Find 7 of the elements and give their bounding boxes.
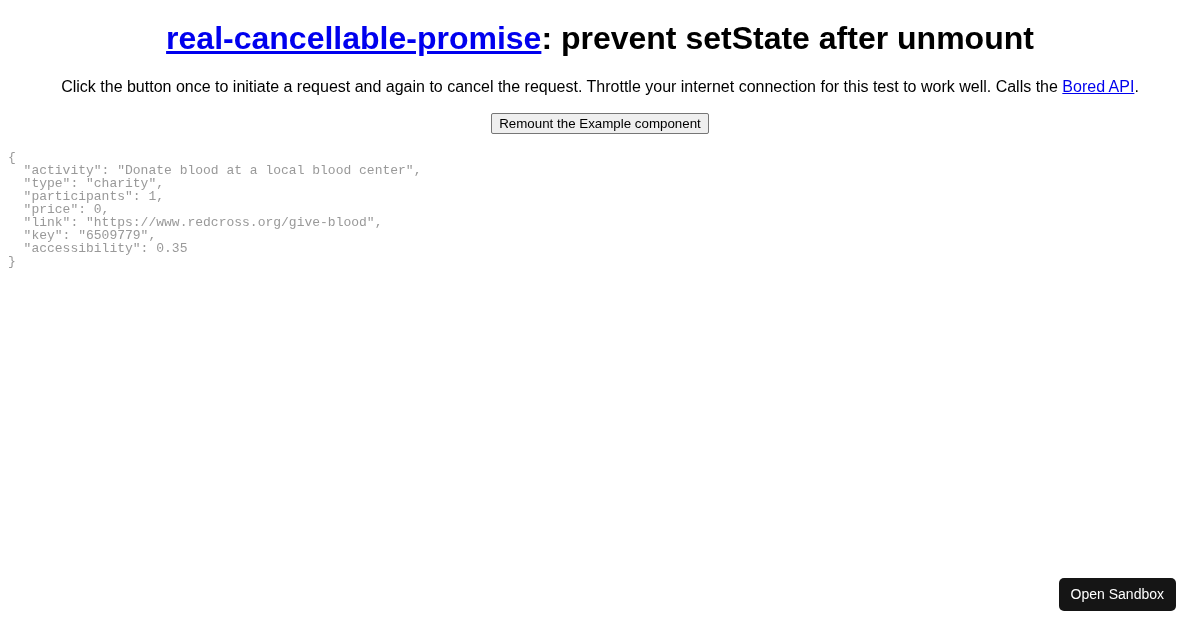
- description-text: Click the button once to initiate a request and again to cancel the request. Throttle your internet connection for this test to work well. Calls the Bored API.: [60, 78, 1140, 96]
- open-sandbox-button[interactable]: Open Sandbox: [1058, 578, 1176, 611]
- heading-link[interactable]: real-cancellable-promise: [166, 20, 542, 56]
- json-output: { "activity": "Donate blood at a local blood center", "type": "charity", "participants": 1, "price": 0, "link": "https://www.redcross.org/give-blood", "key": "6509779", "accessibility": 0.35 }: [8, 151, 423, 268]
- page-heading: real-cancellable-promise: prevent setState after unmount: [165, 20, 1035, 57]
- remount-button[interactable]: Remount the Example component: [491, 113, 709, 134]
- bored-api-link[interactable]: Bored API: [1062, 78, 1135, 95]
